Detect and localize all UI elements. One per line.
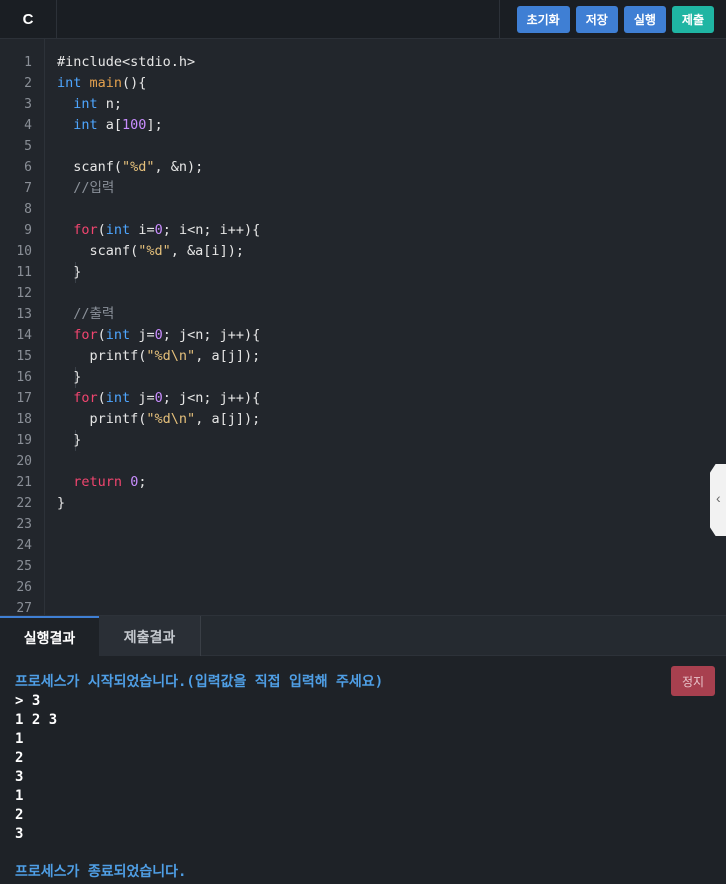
code-line[interactable]: int n; (57, 94, 122, 115)
line-number: 1 (24, 55, 32, 70)
code-line[interactable]: int a[100]; (57, 115, 162, 136)
stop-button[interactable]: 정지 (671, 666, 715, 696)
code-line[interactable]: scanf("%d", &a[i]); (57, 241, 244, 262)
line-number: 13 (16, 307, 32, 322)
console-status-line: 프로세스가 종료되었습니다. (15, 864, 187, 880)
code-line[interactable]: for(int i=0; i<n; i++){ (57, 220, 260, 241)
tab-submit-result[interactable]: 제출결과 (99, 616, 201, 657)
output-console[interactable]: 정지 프로세스가 시작되었습니다.(입력값을 직접 입력해 주세요) > 3 1 2… (0, 656, 726, 884)
console-output-line: 1 (15, 788, 24, 804)
line-number: 5 (24, 139, 32, 154)
line-number: 20 (16, 454, 32, 469)
top-toolbar: C 초기화 저장 실행 제출 (0, 0, 726, 39)
line-number-gutter: 1 2 3 4 5 6 7 8 9 10 11 12 13 14 15 16 1… (0, 39, 45, 615)
line-number: 4 (24, 118, 32, 133)
line-number: 6 (24, 160, 32, 175)
code-line[interactable]: printf("%d\n", a[j]); (57, 409, 261, 430)
code-line[interactable]: } (57, 430, 81, 451)
line-number: 18 (16, 412, 32, 427)
code-line[interactable]: return 0; (57, 472, 146, 493)
submit-button[interactable]: 제출 (671, 5, 714, 33)
line-number: 16 (16, 370, 32, 385)
reset-button[interactable]: 초기화 (516, 5, 570, 33)
line-number: 14 (16, 328, 32, 343)
action-buttons: 초기화 저장 실행 제출 (498, 0, 726, 38)
code-editor[interactable]: 1 2 3 4 5 6 7 8 9 10 11 12 13 14 15 16 1… (0, 39, 726, 615)
line-number: 21 (16, 475, 32, 490)
console-output-line: 2 (15, 750, 24, 766)
line-number: 9 (24, 223, 32, 238)
language-tab[interactable]: C (0, 0, 57, 38)
line-number: 15 (16, 349, 32, 364)
code-line[interactable]: printf("%d\n", a[j]); (57, 346, 261, 367)
console-output-line: 1 (15, 731, 24, 747)
run-button[interactable]: 실행 (623, 5, 666, 33)
code-line[interactable]: for(int j=0; j<n; j++){ (57, 388, 260, 409)
code-line[interactable]: int main(){ (57, 73, 146, 94)
code-line[interactable]: //출력 (57, 304, 114, 325)
code-line[interactable]: #include<stdio.h> (57, 52, 195, 73)
console-output-line: 1 2 3 (15, 712, 58, 728)
line-number: 23 (16, 517, 32, 532)
line-number: 12 (16, 286, 32, 301)
line-number: 27 (16, 601, 32, 615)
line-number: 26 (16, 580, 32, 595)
console-output-line: 3 (15, 826, 24, 842)
code-line[interactable]: } (57, 262, 81, 283)
line-number: 19 (16, 433, 32, 448)
line-number: 7 (24, 181, 32, 196)
tab-run-result[interactable]: 실행결과 (0, 616, 99, 657)
console-status-line: 프로세스가 시작되었습니다.(입력값을 직접 입력해 주세요) (15, 674, 384, 690)
code-line[interactable]: for(int j=0; j<n; j++){ (57, 325, 260, 346)
chevron-left-icon: ‹ (716, 490, 721, 506)
line-number: 8 (24, 202, 32, 217)
line-number: 24 (16, 538, 32, 553)
line-number: 2 (24, 76, 32, 91)
console-output-line: > 3 (15, 693, 41, 709)
save-button[interactable]: 저장 (575, 5, 618, 33)
line-number: 10 (16, 244, 32, 259)
code-line[interactable]: scanf("%d", &n); (57, 157, 203, 178)
code-line[interactable]: } (57, 367, 81, 388)
code-line[interactable]: //입력 (57, 178, 114, 199)
code-line[interactable]: } (57, 493, 65, 514)
console-output-line: 3 (15, 769, 24, 785)
line-number: 17 (16, 391, 32, 406)
line-number: 22 (16, 496, 32, 511)
line-number: 3 (24, 97, 32, 112)
console-output-line: 2 (15, 807, 24, 823)
line-number: 11 (16, 265, 32, 280)
result-tabs: 실행결과 제출결과 (0, 615, 726, 657)
panel-toggle-handle[interactable]: ‹ (710, 464, 726, 536)
line-number: 25 (16, 559, 32, 574)
